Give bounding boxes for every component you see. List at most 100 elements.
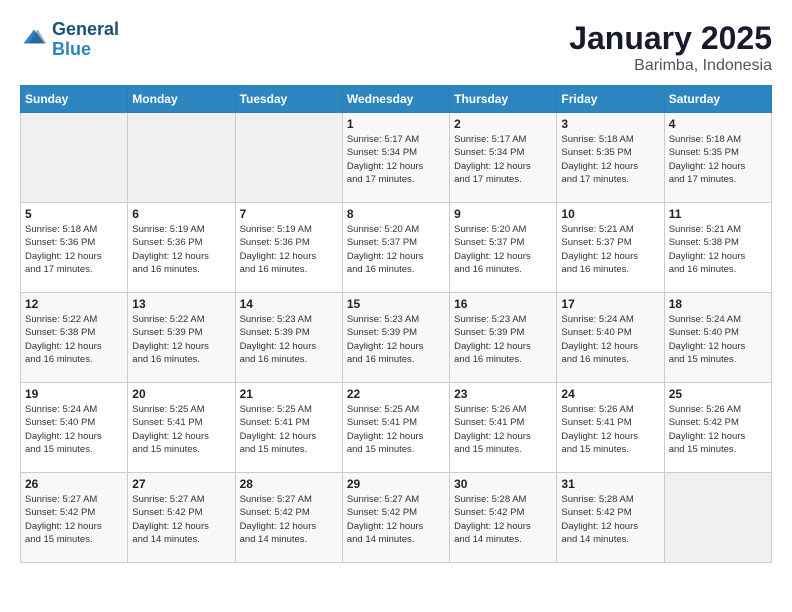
calendar-day-5: 5 Sunrise: 5:18 AM Sunset: 5:36 PM Daylig… [21, 203, 128, 293]
day-number: 17 [561, 297, 659, 311]
day-number: 21 [240, 387, 338, 401]
day-info: Sunrise: 5:25 AM Sunset: 5:41 PM Dayligh… [132, 403, 230, 456]
calendar-day-25: 25 Sunrise: 5:26 AM Sunset: 5:42 PM Dayli… [664, 383, 771, 473]
weekday-header-sunday: Sunday [21, 86, 128, 113]
day-info: Sunrise: 5:25 AM Sunset: 5:41 PM Dayligh… [347, 403, 445, 456]
day-number: 22 [347, 387, 445, 401]
day-info: Sunrise: 5:17 AM Sunset: 5:34 PM Dayligh… [454, 133, 552, 186]
calendar-day-13: 13Sunrise: 5:22 AM Sunset: 5:39 PM Dayli… [128, 293, 235, 383]
day-info: Sunrise: 5:27 AM Sunset: 5:42 PM Dayligh… [25, 493, 123, 546]
calendar-day-14: 14 Sunrise: 5:23 AM Sunset: 5:39 PM Dayli… [235, 293, 342, 383]
day-info: Sunrise: 5:18 AM Sunset: 5:35 PM Dayligh… [561, 133, 659, 186]
day-info: Sunrise: 5:26 AM Sunset: 5:42 PM Dayligh… [669, 403, 767, 456]
calendar-day-4: 4 Sunrise: 5:18 AM Sunset: 5:35 PM Daylig… [664, 113, 771, 203]
calendar-day-6: 6 Sunrise: 5:19 AM Sunset: 5:36 PM Daylig… [128, 203, 235, 293]
calendar-day-1: 1 Sunrise: 5:17 AM Sunset: 5:34 PM Daylig… [342, 113, 449, 203]
day-info: Sunrise: 5:27 AM Sunset: 5:42 PM Dayligh… [240, 493, 338, 546]
day-info: Sunrise: 5:19 AM Sunset: 5:36 PM Dayligh… [240, 223, 338, 276]
calendar-day-12: 12 Sunrise: 5:22 AM Sunset: 5:38 PM Dayli… [21, 293, 128, 383]
day-info: Sunrise: 5:17 AM Sunset: 5:34 PM Dayligh… [347, 133, 445, 186]
day-number: 6 [132, 207, 230, 221]
day-number: 8 [347, 207, 445, 221]
day-number: 25 [669, 387, 767, 401]
calendar-week-row: 1 Sunrise: 5:17 AM Sunset: 5:34 PM Daylig… [21, 113, 772, 203]
calendar-day-11: 11 Sunrise: 5:21 AM Sunset: 5:38 PM Dayli… [664, 203, 771, 293]
weekday-header-row: SundayMondayTuesdayWednesdayThursdayFrid… [21, 86, 772, 113]
calendar-day-23: 23 Sunrise: 5:26 AM Sunset: 5:41 PM Dayli… [450, 383, 557, 473]
day-info: Sunrise: 5:26 AM Sunset: 5:41 PM Dayligh… [454, 403, 552, 456]
calendar-day-empty [235, 113, 342, 203]
day-info: Sunrise: 5:28 AM Sunset: 5:42 PM Dayligh… [454, 493, 552, 546]
day-number: 23 [454, 387, 552, 401]
calendar-day-empty [664, 473, 771, 563]
day-info: Sunrise: 5:22 AM Sunset: 5:38 PM Dayligh… [25, 313, 123, 366]
day-number: 15 [347, 297, 445, 311]
day-number: 13 [132, 297, 230, 311]
calendar-day-27: 27Sunrise: 5:27 AM Sunset: 5:42 PM Dayli… [128, 473, 235, 563]
calendar-day-30: 30 Sunrise: 5:28 AM Sunset: 5:42 PM Dayli… [450, 473, 557, 563]
day-info: Sunrise: 5:26 AM Sunset: 5:41 PM Dayligh… [561, 403, 659, 456]
calendar-day-16: 16Sunrise: 5:23 AM Sunset: 5:39 PM Dayli… [450, 293, 557, 383]
calendar-day-29: 29 Sunrise: 5:27 AM Sunset: 5:42 PM Dayli… [342, 473, 449, 563]
day-number: 29 [347, 477, 445, 491]
calendar-day-9: 9Sunrise: 5:20 AM Sunset: 5:37 PM Daylig… [450, 203, 557, 293]
calendar-day-10: 10Sunrise: 5:21 AM Sunset: 5:37 PM Dayli… [557, 203, 664, 293]
day-info: Sunrise: 5:27 AM Sunset: 5:42 PM Dayligh… [347, 493, 445, 546]
day-number: 3 [561, 117, 659, 131]
calendar-day-26: 26Sunrise: 5:27 AM Sunset: 5:42 PM Dayli… [21, 473, 128, 563]
month-title: January 2025 [569, 20, 772, 57]
day-info: Sunrise: 5:20 AM Sunset: 5:37 PM Dayligh… [454, 223, 552, 276]
weekday-header-saturday: Saturday [664, 86, 771, 113]
weekday-header-friday: Friday [557, 86, 664, 113]
calendar-day-8: 8Sunrise: 5:20 AM Sunset: 5:37 PM Daylig… [342, 203, 449, 293]
day-number: 11 [669, 207, 767, 221]
day-number: 4 [669, 117, 767, 131]
day-number: 19 [25, 387, 123, 401]
calendar-day-21: 21 Sunrise: 5:25 AM Sunset: 5:41 PM Dayli… [235, 383, 342, 473]
calendar-day-17: 17 Sunrise: 5:24 AM Sunset: 5:40 PM Dayli… [557, 293, 664, 383]
day-number: 14 [240, 297, 338, 311]
logo-icon [20, 26, 48, 54]
calendar-day-7: 7 Sunrise: 5:19 AM Sunset: 5:36 PM Daylig… [235, 203, 342, 293]
title-block: January 2025 Barimba, Indonesia [569, 20, 772, 75]
day-number: 10 [561, 207, 659, 221]
weekday-header-monday: Monday [128, 86, 235, 113]
day-info: Sunrise: 5:25 AM Sunset: 5:41 PM Dayligh… [240, 403, 338, 456]
day-info: Sunrise: 5:21 AM Sunset: 5:38 PM Dayligh… [669, 223, 767, 276]
calendar-week-row: 19Sunrise: 5:24 AM Sunset: 5:40 PM Dayli… [21, 383, 772, 473]
day-number: 27 [132, 477, 230, 491]
calendar-table: SundayMondayTuesdayWednesdayThursdayFrid… [20, 85, 772, 563]
day-info: Sunrise: 5:23 AM Sunset: 5:39 PM Dayligh… [347, 313, 445, 366]
day-number: 1 [347, 117, 445, 131]
logo: General Blue [20, 20, 119, 60]
day-info: Sunrise: 5:19 AM Sunset: 5:36 PM Dayligh… [132, 223, 230, 276]
calendar-week-row: 5 Sunrise: 5:18 AM Sunset: 5:36 PM Daylig… [21, 203, 772, 293]
calendar-day-24: 24 Sunrise: 5:26 AM Sunset: 5:41 PM Dayli… [557, 383, 664, 473]
day-info: Sunrise: 5:28 AM Sunset: 5:42 PM Dayligh… [561, 493, 659, 546]
calendar-day-19: 19Sunrise: 5:24 AM Sunset: 5:40 PM Dayli… [21, 383, 128, 473]
calendar-day-empty [128, 113, 235, 203]
day-number: 12 [25, 297, 123, 311]
day-info: Sunrise: 5:23 AM Sunset: 5:39 PM Dayligh… [240, 313, 338, 366]
day-number: 2 [454, 117, 552, 131]
calendar-day-3: 3 Sunrise: 5:18 AM Sunset: 5:35 PM Daylig… [557, 113, 664, 203]
day-number: 16 [454, 297, 552, 311]
calendar-day-28: 28Sunrise: 5:27 AM Sunset: 5:42 PM Dayli… [235, 473, 342, 563]
calendar-day-18: 18Sunrise: 5:24 AM Sunset: 5:40 PM Dayli… [664, 293, 771, 383]
calendar-day-empty [21, 113, 128, 203]
day-info: Sunrise: 5:24 AM Sunset: 5:40 PM Dayligh… [561, 313, 659, 366]
day-number: 24 [561, 387, 659, 401]
logo-line1: General [52, 20, 119, 40]
calendar-day-22: 22 Sunrise: 5:25 AM Sunset: 5:41 PM Dayli… [342, 383, 449, 473]
day-number: 7 [240, 207, 338, 221]
day-info: Sunrise: 5:18 AM Sunset: 5:36 PM Dayligh… [25, 223, 123, 276]
location-subtitle: Barimba, Indonesia [569, 57, 772, 75]
calendar-week-row: 26Sunrise: 5:27 AM Sunset: 5:42 PM Dayli… [21, 473, 772, 563]
calendar-day-15: 15 Sunrise: 5:23 AM Sunset: 5:39 PM Dayli… [342, 293, 449, 383]
day-info: Sunrise: 5:18 AM Sunset: 5:35 PM Dayligh… [669, 133, 767, 186]
day-number: 30 [454, 477, 552, 491]
day-number: 5 [25, 207, 123, 221]
logo-line2: Blue [52, 40, 119, 60]
day-number: 31 [561, 477, 659, 491]
day-number: 20 [132, 387, 230, 401]
